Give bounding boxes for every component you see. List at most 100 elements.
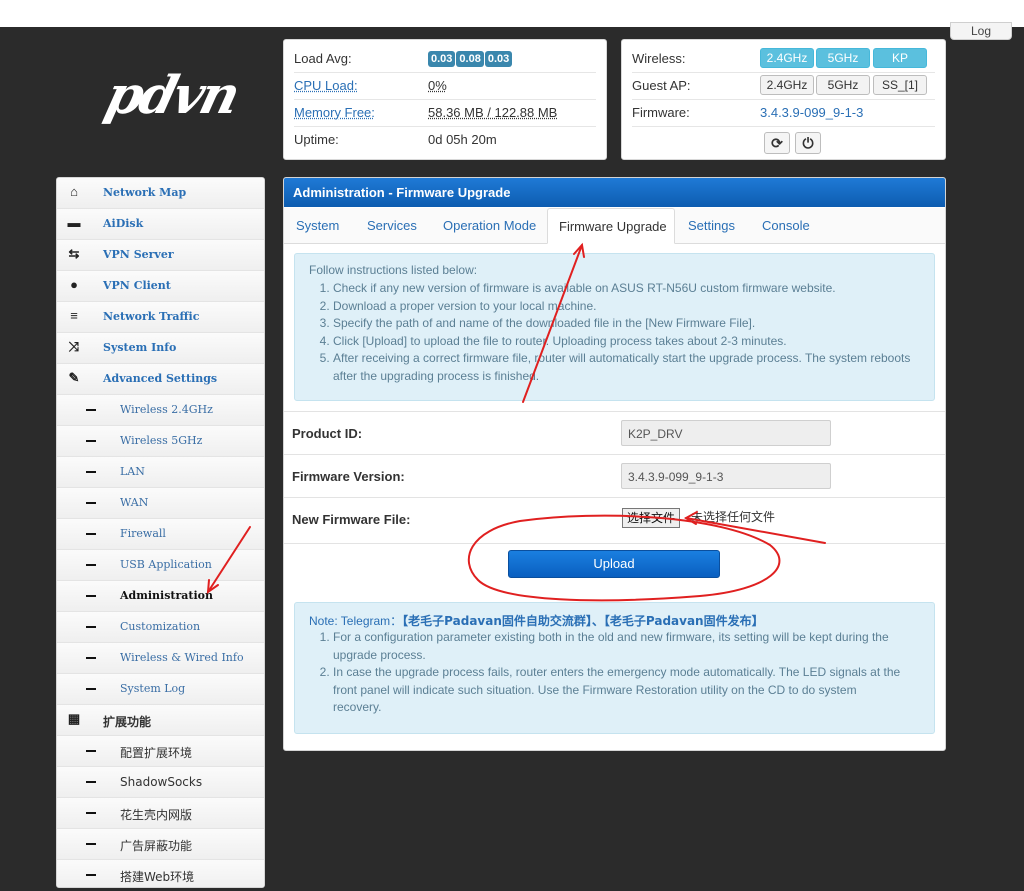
wireless-kp-button[interactable]: KP [873, 48, 927, 68]
sidebar-subitem-label: 配置扩展环境 [120, 746, 193, 760]
dash-icon [86, 533, 96, 535]
sidebar-subitem-administration[interactable]: Administration [57, 581, 264, 612]
notes-box: Note: Telegram：【老毛子Padavan固件自助交流群】、【老毛子P… [294, 602, 935, 734]
cpu-load-value: 0% [428, 78, 447, 93]
sidebar-item-network-map[interactable]: ⌂ Network Map [57, 178, 264, 209]
sidebar-subitem-label: USB Application [120, 558, 212, 571]
sidebar-ext-item-1[interactable]: ShadowSocks [57, 767, 264, 798]
sidebar-subitem-wireless-2-4ghz[interactable]: Wireless 2.4GHz [57, 395, 264, 426]
firmware-version-row: Firmware Version: 3.4.3.9-099_9-1-3 [284, 454, 945, 498]
sidebar-ext-item-3[interactable]: 广告屏蔽功能 [57, 829, 264, 860]
tab-settings[interactable]: Settings [688, 218, 735, 233]
dash-icon [86, 502, 96, 504]
sidebar-subitem-customization[interactable]: Customization [57, 612, 264, 643]
tab-bar: System Services Operation Mode Firmware … [284, 208, 945, 244]
sidebar-item-advanced-settings[interactable]: ✎ Advanced Settings [57, 364, 264, 395]
sidebar-ext-item-2[interactable]: 花生壳内网版 [57, 798, 264, 829]
dash-icon [86, 657, 96, 659]
sidebar-subitem-label: ShadowSocks [120, 775, 203, 789]
upload-button[interactable]: Upload [508, 550, 720, 578]
tab-system[interactable]: System [296, 218, 339, 233]
sidebar-item-label: Network Map [103, 186, 187, 199]
guest-ap-label: Guest AP: [632, 78, 691, 93]
wireless-5ghz-button[interactable]: 5GHz [816, 48, 870, 68]
dash-icon [86, 874, 96, 876]
dash-icon [86, 626, 96, 628]
dash-icon [86, 843, 96, 845]
load-avg-15m: 0.03 [484, 51, 513, 67]
load-avg-5m: 0.08 [456, 51, 484, 67]
sidebar-subitem-label: LAN [120, 465, 145, 478]
sidebar-ext-item-4[interactable]: 搭建Web环境 [57, 860, 264, 887]
sidebar-subitem-label: Firewall [120, 527, 166, 540]
sidebar-subitem-label: Wireless 5GHz [120, 434, 203, 447]
dash-icon [86, 812, 96, 814]
wrench-icon: ✎ [68, 370, 80, 385]
memory-row: Memory Free: 58.36 MB / 122.88 MB [294, 100, 596, 127]
sidebar-item-vpn-client[interactable]: ● VPN Client [57, 271, 264, 302]
dash-icon [86, 781, 96, 783]
guest-24ghz-button[interactable]: 2.4GHz [760, 75, 814, 95]
new-firmware-label: New Firmware File: [292, 512, 411, 527]
sidebar-subitem-lan[interactable]: LAN [57, 457, 264, 488]
instruction-item: Check if any new version of firmware is … [333, 280, 934, 298]
firmware-version-link[interactable]: 3.4.3.9-099_9-1-3 [760, 105, 863, 120]
tab-services[interactable]: Services [367, 218, 417, 233]
dash-icon [86, 440, 96, 442]
choose-file-button[interactable]: 选择文件 [622, 508, 681, 528]
swap-icon: ⇆ [68, 246, 80, 261]
wireless-24ghz-button[interactable]: 2.4GHz [760, 48, 814, 68]
tab-console[interactable]: Console [762, 218, 810, 233]
list-icon: ≡ [70, 308, 78, 323]
sidebar-subitem-wan[interactable]: WAN [57, 488, 264, 519]
disk-icon: ▬ [67, 215, 81, 230]
tab-firmware-upgrade[interactable]: Firmware Upgrade [547, 208, 675, 244]
sidebar-item-extensions[interactable]: ▦ 扩展功能 [57, 705, 264, 736]
new-firmware-row: New Firmware File: 选择文件 未选择任何文件 [284, 497, 945, 544]
cpu-load-link[interactable]: CPU Load: [294, 78, 358, 93]
sidebar-item-label: VPN Server [103, 248, 174, 261]
main-panel: Administration - Firmware Upgrade System… [283, 177, 946, 751]
instruction-item: Download a proper version to your local … [333, 298, 934, 316]
sidebar-item-vpn-server[interactable]: ⇆ VPN Server [57, 240, 264, 271]
dash-icon [86, 564, 96, 566]
sidebar-ext-item-0[interactable]: 配置扩展环境 [57, 736, 264, 767]
power-icon[interactable]: ⏻ [795, 132, 821, 154]
telegram-note: Note: Telegram：【老毛子Padavan固件自助交流群】、【老毛子P… [309, 612, 764, 629]
instructions-heading: Follow instructions listed below: [309, 263, 478, 277]
logout-button[interactable]: Log [950, 22, 1012, 40]
product-id-label: Product ID: [292, 426, 363, 441]
memory-free-value: 58.36 MB / 122.88 MB [428, 105, 558, 120]
firmware-version-label: Firmware Version: [292, 469, 405, 484]
guest-ss-button[interactable]: SS_[1] [873, 75, 927, 95]
sidebar-subitem-system-log[interactable]: System Log [57, 674, 264, 705]
load-avg-label: Load Avg: [294, 51, 352, 66]
tab-operation-mode[interactable]: Operation Mode [443, 218, 536, 233]
note-item: In case the upgrade process fails, route… [333, 664, 934, 717]
sidebar-item-label: AiDisk [103, 217, 144, 230]
sidebar-subitem-wireless-wired-info[interactable]: Wireless & Wired Info [57, 643, 264, 674]
sidebar-subitem-wireless-5ghz[interactable]: Wireless 5GHz [57, 426, 264, 457]
memory-free-link[interactable]: Memory Free: [294, 105, 375, 120]
note-prefix: Note: Telegram： [309, 614, 403, 628]
sidebar-item-label: Advanced Settings [103, 372, 218, 385]
telegram-links[interactable]: 【老毛子Padavan固件自助交流群】、【老毛子Padavan固件发布】 [402, 614, 763, 628]
guest-5ghz-button[interactable]: 5GHz [816, 75, 870, 95]
wireless-row: Wireless: 2.4GHz 5GHz KP [632, 46, 935, 73]
refresh-icon[interactable]: ⟳ [764, 132, 790, 154]
firmware-row: Firmware: 3.4.3.9-099_9-1-3 [632, 100, 935, 127]
notes-list: For a configuration parameter existing b… [309, 629, 934, 717]
instruction-item: Click [Upload] to upload the file to rou… [333, 333, 934, 351]
top-strip [0, 0, 1024, 27]
cpu-load-row: CPU Load: 0% [294, 73, 596, 100]
uptime-label: Uptime: [294, 132, 339, 147]
product-id-field: K2P_DRV [621, 420, 831, 446]
sidebar-item-system-info[interactable]: ⤨ System Info [57, 333, 264, 364]
sidebar-subitem-label: System Log [120, 682, 186, 695]
sidebar-subitem-usb-application[interactable]: USB Application [57, 550, 264, 581]
sidebar-subitem-firewall[interactable]: Firewall [57, 519, 264, 550]
sidebar-item-network-traffic[interactable]: ≡ Network Traffic [57, 302, 264, 333]
sidebar-item-aidisk[interactable]: ▬ AiDisk [57, 209, 264, 240]
sidebar-subitem-label: 花生壳内网版 [120, 808, 193, 822]
instructions-list: Check if any new version of firmware is … [309, 280, 934, 385]
